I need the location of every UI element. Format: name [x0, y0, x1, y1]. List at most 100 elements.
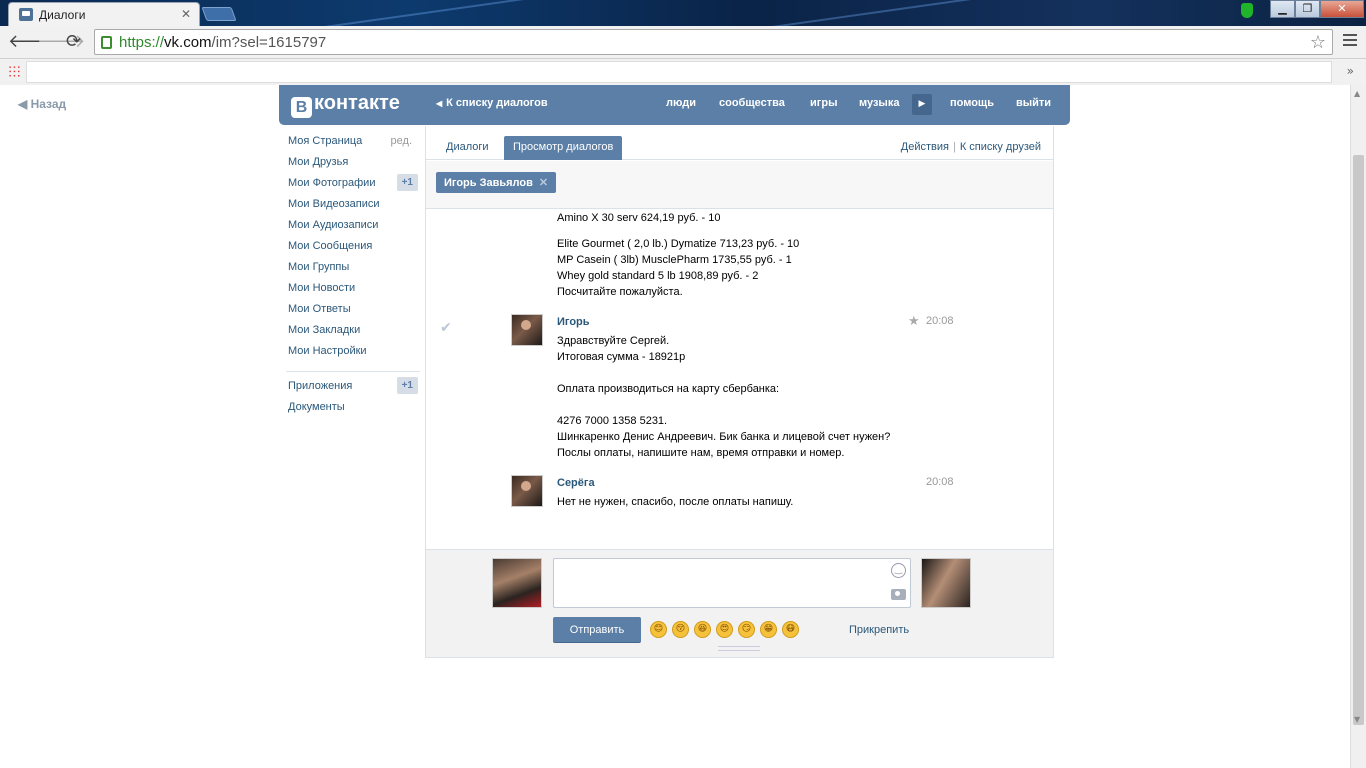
tab-dialogs[interactable]: Диалоги — [446, 141, 489, 153]
avatar[interactable] — [511, 475, 543, 507]
photos-badge: +1 — [396, 174, 418, 191]
sidebar-divider — [286, 371, 420, 372]
remove-peer-icon[interactable]: ✕ — [539, 177, 548, 189]
actions-link[interactable]: Действия — [901, 141, 949, 153]
wallpaper-streak — [701, 0, 1099, 26]
back-link[interactable]: ◀ Назад — [18, 97, 66, 111]
nav-logout[interactable]: выйти — [1016, 97, 1051, 109]
back-to-dialogs-link[interactable]: ◀ К списку диалогов — [436, 97, 548, 109]
edit-link[interactable]: ред. — [391, 135, 412, 148]
read-check-icon: ✔ — [440, 320, 452, 336]
message-line: Whey gold standard 5 lb 1908,89 руб. - 2 — [557, 270, 759, 282]
peer-avatar[interactable] — [921, 558, 971, 608]
sidebar-item-settings[interactable]: Мои Настройки — [288, 345, 420, 366]
maximize-button[interactable]: ❐ — [1295, 0, 1320, 18]
star-icon[interactable]: ★ — [908, 314, 920, 329]
vk-logo[interactable]: Вконтакте — [291, 92, 400, 118]
sidebar-item-apps[interactable]: Приложения +1 — [288, 377, 420, 401]
tab-view-dialogs[interactable]: Просмотр диалогов — [504, 136, 623, 160]
my-avatar[interactable] — [492, 558, 542, 608]
minimize-button[interactable]: ▁ — [1270, 0, 1295, 18]
bookmarks-area — [26, 61, 1332, 83]
message-line: Elite Gourmet ( 2,0 lb.) Dymatize 713,23… — [557, 238, 800, 250]
sidebar-item-documents[interactable]: Документы — [288, 401, 420, 422]
message-line: MP Casein ( 3lb) MusclePharm 1735,55 руб… — [557, 254, 792, 266]
message-line: Оплата производиться на карту сбербанка: — [557, 383, 780, 395]
sidebar-item-my-page[interactable]: Моя Страница ред. — [288, 135, 420, 156]
page: ◀ Назад Вконтакте ◀ К списку диалогов люд… — [0, 85, 1350, 768]
message-author[interactable]: Игорь — [557, 316, 590, 328]
wallpaper-streak — [261, 0, 559, 26]
nav-games[interactable]: игры — [810, 97, 837, 109]
new-tab-button[interactable] — [201, 7, 237, 21]
tab-actions-group: Действия | К списку друзей — [901, 141, 1041, 153]
message-line: Итоговая сумма - 18921р — [557, 351, 686, 363]
message-line: Нет не нужен, спасибо, после оплаты напи… — [557, 496, 794, 508]
message-composer: ‿ Отправить 😊 😚 😆 😍 😏 😁 😷 Прикрепить — [426, 549, 1053, 657]
play-icon[interactable]: ▶ — [912, 94, 932, 115]
avatar[interactable] — [511, 314, 543, 346]
scroll-down-icon[interactable]: ▼ — [1354, 715, 1360, 724]
smirk-emoji-icon[interactable]: 😏 — [738, 621, 755, 638]
browser-tab-active[interactable]: Диалоги ✕ — [8, 2, 200, 26]
lock-icon — [101, 36, 112, 49]
message-history: Amino X 30 serv 624,19 руб. - 10 Elite G… — [426, 210, 1053, 549]
peer-bar: Игорь Завьялов ✕ — [426, 161, 1053, 209]
sidebar-item-groups[interactable]: Мои Группы — [288, 261, 420, 282]
smile-emoji-icon[interactable]: 😊 — [650, 621, 667, 638]
sidebar-item-photos[interactable]: Мои Фотографии +1 — [288, 174, 420, 198]
message-line: 4276 7000 1358 5231. — [557, 415, 668, 427]
laugh-emoji-icon[interactable]: 😆 — [694, 621, 711, 638]
message-line: Посчитайте пожалуйста. — [557, 286, 683, 298]
bookmarks-bar: » — [0, 59, 1366, 85]
reload-icon[interactable]: ⟳ — [66, 32, 81, 52]
heart-eyes-emoji-icon[interactable]: 😍 — [716, 621, 733, 638]
attach-link[interactable]: Прикрепить — [849, 624, 909, 636]
sidebar-item-answers[interactable]: Мои Ответы — [288, 303, 420, 324]
tabs-separator: | — [952, 141, 956, 153]
friends-list-link[interactable]: К списку друзей — [960, 141, 1041, 153]
sidebar-item-bookmarks[interactable]: Мои Закладки — [288, 324, 420, 345]
address-bar[interactable]: https://vk.com/im?sel=1615797 ☆ — [94, 29, 1333, 55]
security-extension-icon[interactable] — [1241, 3, 1253, 18]
browser-menu-icon[interactable] — [1343, 34, 1357, 46]
sidebar-item-news[interactable]: Мои Новости — [288, 282, 420, 303]
window-close-button[interactable]: ✕ — [1320, 0, 1364, 18]
kiss-emoji-icon[interactable]: 😚 — [672, 621, 689, 638]
browser-toolbar: 🡐 🡒 ⟳ https://vk.com/im?sel=1615797 ☆ — [0, 26, 1366, 59]
nav-people[interactable]: люди — [666, 97, 696, 109]
nav-help[interactable]: помощь — [950, 97, 994, 109]
tab-close-icon[interactable]: ✕ — [181, 7, 191, 21]
nav-music[interactable]: музыка — [859, 97, 899, 109]
resize-grip[interactable] — [718, 646, 760, 651]
sidebar-item-videos[interactable]: Мои Видеозаписи — [288, 198, 420, 219]
dialog-panel: Диалоги Просмотр диалогов Действия | К спи… — [425, 126, 1054, 658]
message-time: 20:08 — [926, 476, 954, 488]
message-line: Amino X 30 serv 624,19 руб. - 10 — [557, 212, 721, 224]
nav-communities[interactable]: сообщества — [719, 97, 785, 109]
url-text: https://vk.com/im?sel=1615797 — [119, 34, 327, 51]
mask-emoji-icon[interactable]: 😷 — [782, 621, 799, 638]
scrollbar-thumb[interactable] — [1353, 155, 1364, 725]
camera-icon[interactable] — [891, 589, 906, 600]
peer-chip[interactable]: Игорь Завьялов ✕ — [436, 172, 557, 193]
sidebar-item-messages[interactable]: Мои Сообщения — [288, 240, 420, 261]
left-triangle-icon: ◀ — [436, 99, 443, 108]
sidebar-item-audio[interactable]: Мои Аудиозаписи — [288, 219, 420, 240]
apps-badge: +1 — [396, 377, 418, 394]
window-titlebar: Диалоги ✕ ▁ ❐ ✕ — [0, 0, 1366, 26]
back-chevron-icon: ◀ — [18, 97, 31, 111]
message-input[interactable]: ‿ — [553, 558, 911, 608]
apps-grid-icon[interactable] — [8, 65, 21, 78]
emoji-picker-icon[interactable]: ‿ — [891, 563, 906, 578]
grin-emoji-icon[interactable]: 😁 — [760, 621, 777, 638]
tab-title: Диалоги — [39, 8, 86, 22]
bookmark-star-icon[interactable]: ☆ — [1310, 32, 1326, 53]
send-button[interactable]: Отправить — [553, 617, 641, 643]
page-scrollbar[interactable]: ▲ ▼ — [1350, 85, 1366, 768]
message-line: Шинкаренко Денис Андреевич. Бик банка и … — [557, 431, 891, 443]
scroll-up-icon[interactable]: ▲ — [1354, 89, 1360, 98]
dialog-tabs: Диалоги Просмотр диалогов Действия | К спи… — [426, 126, 1053, 160]
more-bookmarks-icon[interactable]: » — [1347, 64, 1354, 78]
message-author[interactable]: Серёга — [557, 477, 595, 489]
